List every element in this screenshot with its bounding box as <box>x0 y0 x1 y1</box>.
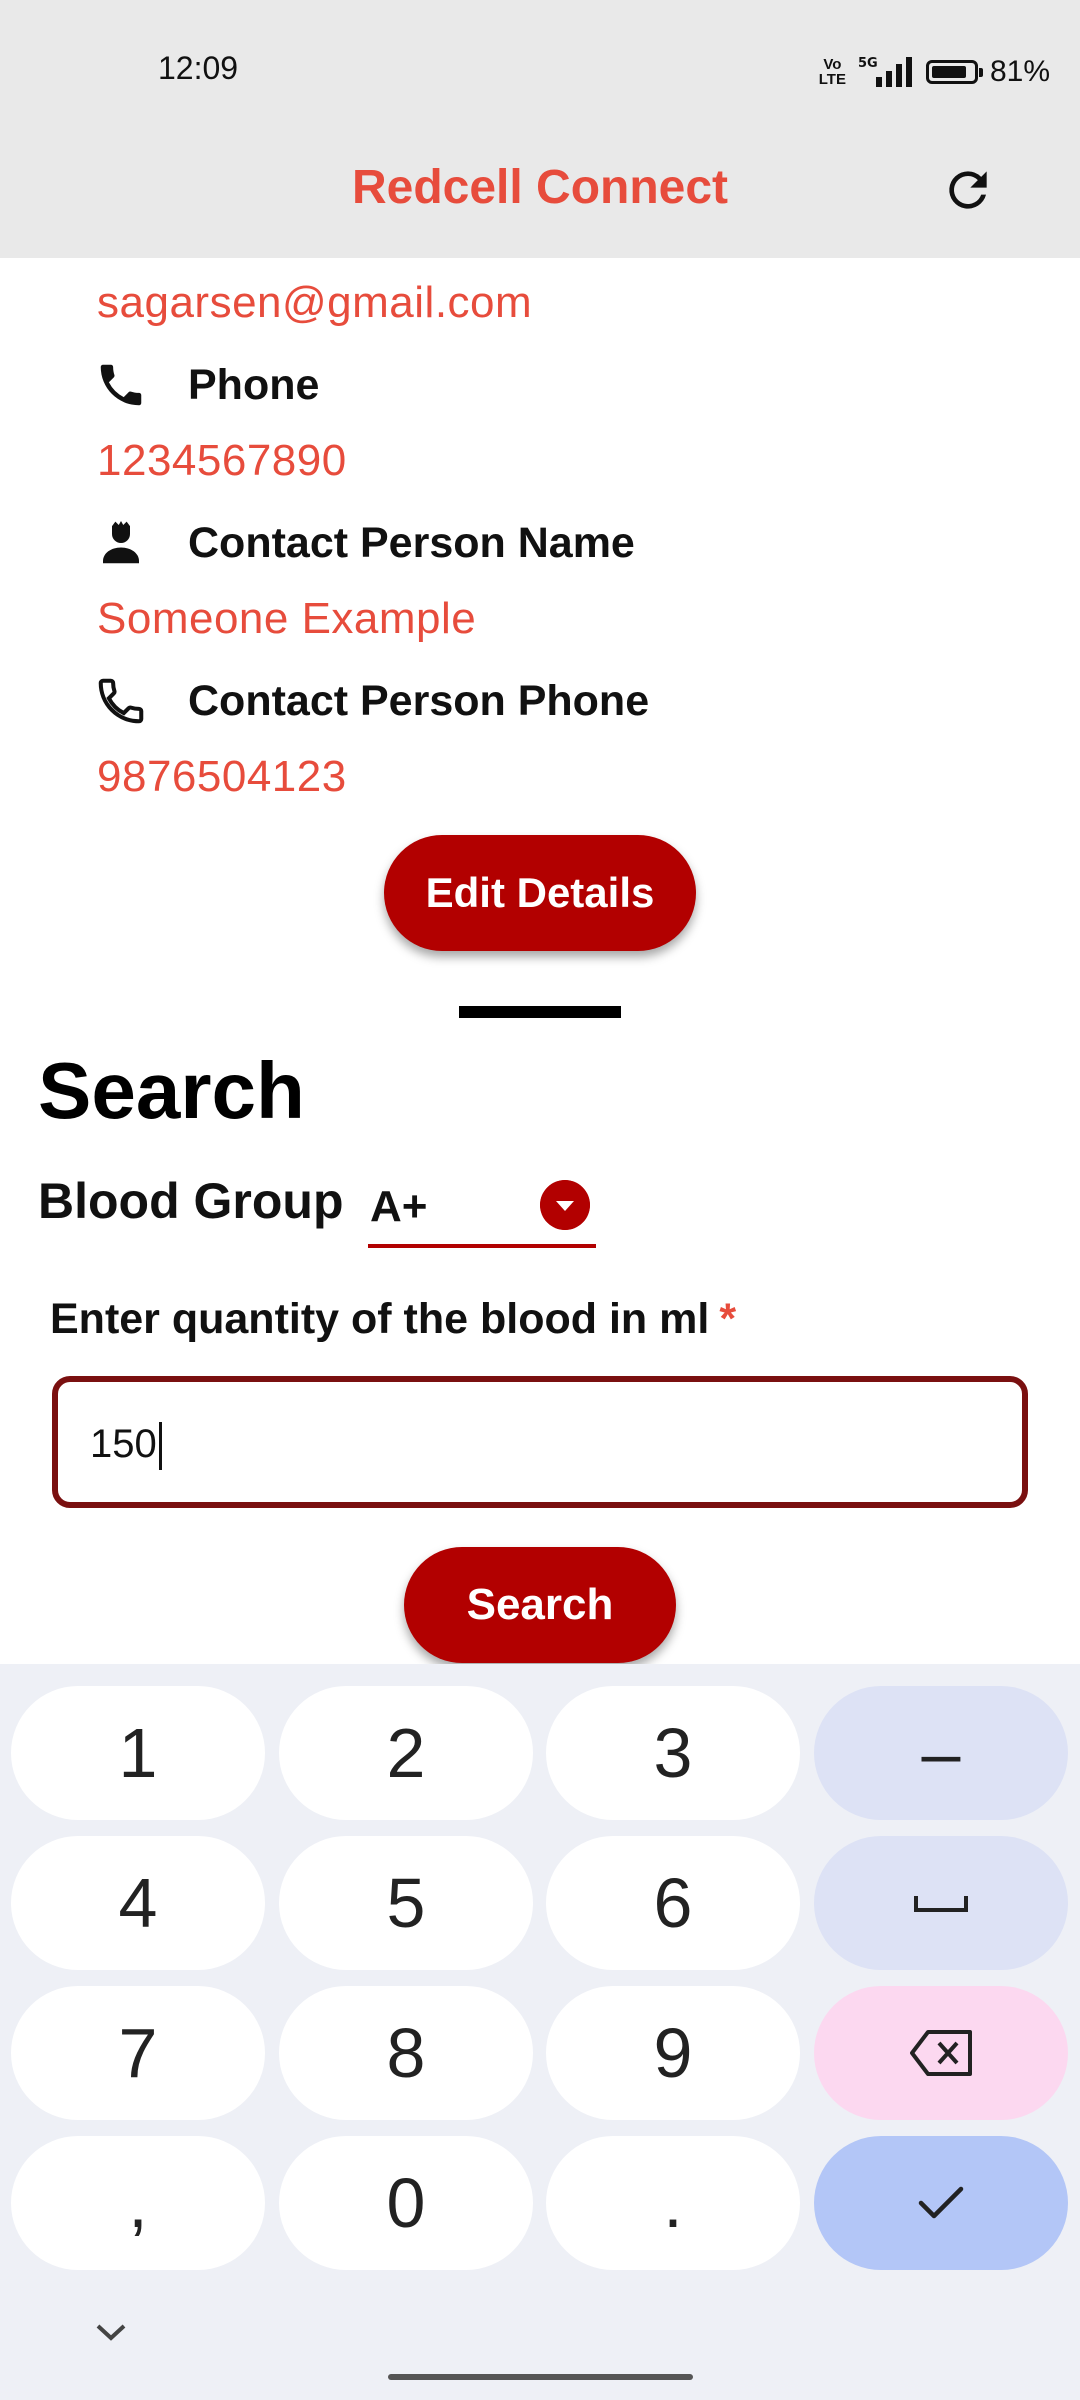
quantity-input[interactable]: 150 <box>52 1376 1028 1508</box>
volte-icon: Vo LTE <box>818 56 846 88</box>
status-icons: Vo LTE 5G 81% <box>819 50 1050 94</box>
checkmark-icon <box>918 2186 964 2219</box>
contact-name-label: Contact Person Name <box>188 518 635 567</box>
search-title: Search <box>38 1046 305 1135</box>
quantity-label: Enter quantity of the blood in ml * <box>50 1295 736 1344</box>
key-6[interactable]: 6 <box>546 1836 800 1970</box>
key-comma[interactable]: , <box>11 2136 265 2270</box>
sheet-drag-handle[interactable] <box>459 1006 621 1018</box>
contact-phone-label-row: Contact Person Phone <box>94 674 649 728</box>
blood-group-label: Blood Group <box>38 1173 344 1229</box>
person-icon <box>103 520 139 564</box>
signal-5g-icon: 5G <box>858 56 912 87</box>
space-icon <box>914 1896 968 1912</box>
key-2[interactable]: 2 <box>279 1686 533 1820</box>
key-3[interactable]: 3 <box>546 1686 800 1820</box>
key-backspace[interactable] <box>814 1986 1068 2120</box>
required-mark: * <box>719 1295 737 1343</box>
quantity-label-text: Enter quantity of the blood in ml <box>50 1295 710 1343</box>
battery-percent: 81% <box>989 55 1050 88</box>
blood-group-dropdown[interactable]: A+ <box>368 1170 596 1248</box>
gesture-nav-bar[interactable] <box>388 2374 693 2380</box>
refresh-icon[interactable] <box>940 162 996 218</box>
contact-phone-value: 9876504123 <box>97 752 347 801</box>
key-8[interactable]: 8 <box>279 1986 533 2120</box>
backspace-icon <box>910 2030 972 2076</box>
status-time: 12:09 <box>158 50 239 86</box>
edit-details-button[interactable]: Edit Details <box>384 835 696 951</box>
phone-value: 1234567890 <box>97 436 347 485</box>
blood-group-value: A+ <box>370 1182 428 1231</box>
key-7[interactable]: 7 <box>11 1986 265 2120</box>
key-9[interactable]: 9 <box>546 1986 800 2120</box>
phone-outline-icon <box>98 678 144 724</box>
contact-name-value: Someone Example <box>97 594 477 643</box>
svg-text:5G: 5G <box>858 56 878 71</box>
key-period[interactable]: . <box>546 2136 800 2270</box>
phone-label-row: Phone <box>94 358 319 412</box>
key-4[interactable]: 4 <box>11 1836 265 1970</box>
key-1[interactable]: 1 <box>11 1686 265 1820</box>
dropdown-caret-icon <box>540 1180 590 1230</box>
app-bar: Redcell Connect <box>0 140 1080 258</box>
quantity-value: 150 <box>90 1422 157 1466</box>
key-minus[interactable]: – <box>814 1686 1068 1820</box>
search-button[interactable]: Search <box>404 1547 676 1663</box>
email-value: sagarsen@gmail.com <box>97 278 533 327</box>
app-title: Redcell Connect <box>351 161 729 214</box>
contact-phone-label: Contact Person Phone <box>188 676 650 725</box>
key-space[interactable] <box>814 1836 1068 1970</box>
key-0[interactable]: 0 <box>279 2136 533 2270</box>
status-bar: 12:09 Vo LTE 5G 81% <box>0 0 1080 140</box>
battery-icon <box>925 60 983 84</box>
key-5[interactable]: 5 <box>279 1836 533 1970</box>
keyboard-collapse-chevron-icon[interactable] <box>92 2320 130 2344</box>
text-cursor <box>158 1422 162 1471</box>
phone-icon <box>100 364 142 406</box>
key-done[interactable] <box>814 2136 1068 2270</box>
phone-label: Phone <box>188 360 320 409</box>
contact-name-label-row: Contact Person Name <box>94 516 635 570</box>
